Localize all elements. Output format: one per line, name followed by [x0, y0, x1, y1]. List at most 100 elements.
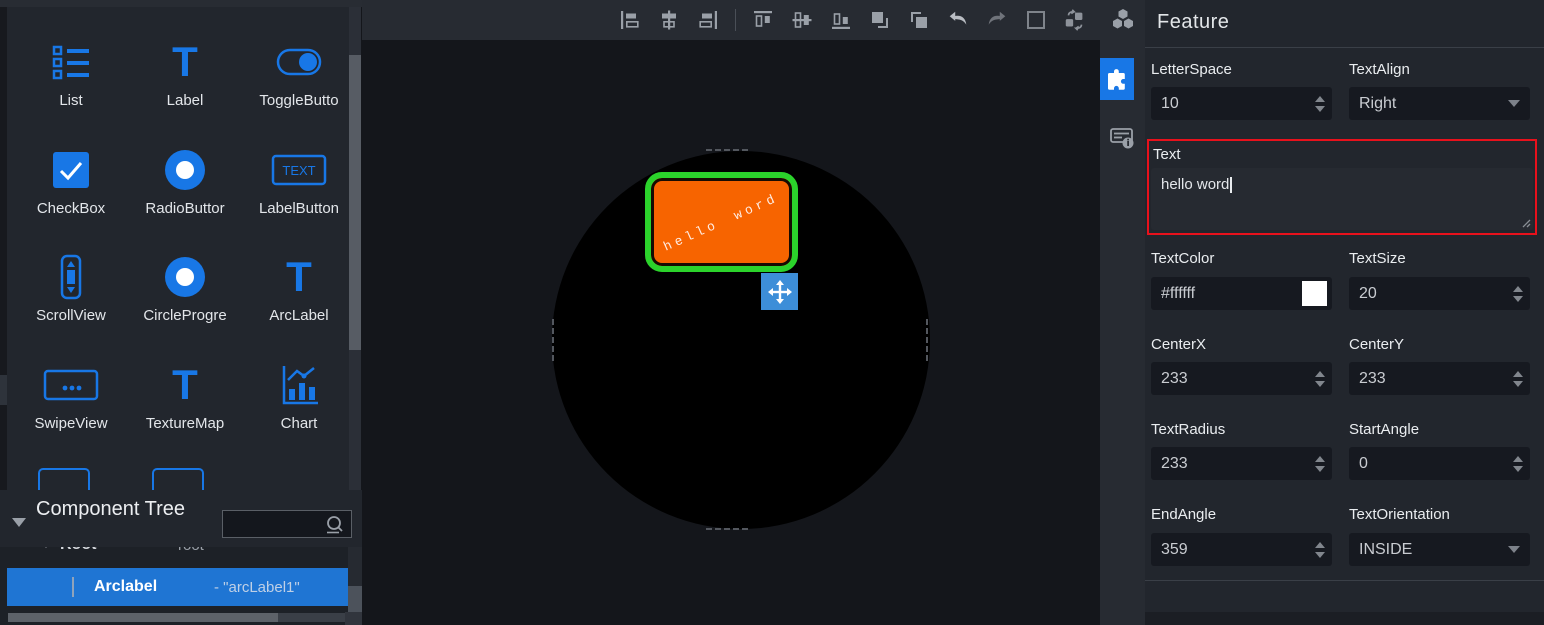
letterspace-value: 10 [1161, 95, 1179, 112]
color-swatch[interactable] [1302, 281, 1327, 306]
palette-scrollbar[interactable] [349, 7, 361, 490]
texture-mapper-icon: T [172, 362, 198, 408]
palette-item-arclabel[interactable]: T ArcLabel [242, 242, 349, 342]
textorientation-value: INSIDE [1359, 541, 1412, 558]
spinner-arrows[interactable] [1513, 371, 1523, 387]
bring-forward-icon[interactable] [868, 7, 892, 33]
event-info-icon[interactable] [1107, 122, 1137, 152]
spinner-arrows[interactable] [1315, 542, 1325, 558]
palette-item-labelbutton[interactable]: TEXT LabelButton [242, 135, 349, 235]
field-label-letterspace: LetterSpace [1151, 61, 1336, 78]
undo-icon[interactable] [946, 7, 970, 33]
letterspace-input[interactable]: 10 [1151, 87, 1332, 120]
palette-item-scrollview[interactable]: ScrollView [14, 242, 128, 342]
align-horizontal-center-icon[interactable] [657, 7, 681, 33]
resize-grip-icon[interactable] [1521, 218, 1531, 228]
collapse-caret-icon[interactable] [12, 518, 26, 527]
align-left-icon[interactable] [618, 7, 642, 33]
field-label-endangle: EndAngle [1151, 506, 1336, 523]
transform-icon[interactable] [1063, 7, 1087, 33]
toolbar-separator [735, 9, 736, 31]
text-value: hello word [1161, 176, 1229, 193]
palette-item-swipeview[interactable]: SwipeView [14, 350, 128, 450]
field-label-textsize: TextSize [1349, 250, 1534, 267]
feature-tab-active[interactable] [1100, 58, 1134, 100]
palette-item-togglebutton[interactable]: ToggleButto [242, 27, 349, 127]
field-label-text: Text [1153, 146, 1181, 163]
palette-item-checkbox[interactable]: CheckBox [14, 135, 128, 235]
palette-item-label: CircleProgre [143, 307, 226, 324]
top-strip [0, 0, 362, 7]
spinner-arrows[interactable] [1315, 371, 1325, 387]
toggle-button-icon [275, 39, 323, 85]
spinner-arrows[interactable] [1315, 456, 1325, 472]
align-vertical-center-icon[interactable] [790, 7, 814, 33]
palette-item-partial-2[interactable] [152, 468, 204, 490]
tree-horizontal-scrollbar[interactable] [8, 613, 345, 622]
text-textarea[interactable]: hello word [1151, 168, 1533, 230]
palette-item-texturemapper[interactable]: T TextureMap [128, 350, 242, 450]
textorientation-dropdown[interactable]: INSIDE [1349, 533, 1530, 566]
palette-item-chart[interactable]: Chart [242, 350, 349, 450]
tree-row-arclabel[interactable]: Arclabel - "arcLabel1" [7, 568, 348, 606]
panel-collapse-tab[interactable] [0, 375, 7, 405]
tree-horizontal-scrollbar-thumb[interactable] [8, 613, 278, 622]
palette-item-list[interactable]: List [14, 27, 128, 127]
palette-item-label: RadioButtor [145, 200, 224, 217]
divider [1145, 580, 1544, 581]
textcolor-value: #ffffff [1161, 285, 1195, 302]
tree-node-name: Arclabel [94, 578, 157, 596]
align-right-icon[interactable] [696, 7, 720, 33]
textalign-dropdown[interactable]: Right [1349, 87, 1530, 120]
field-label-textcolor: TextColor [1151, 250, 1336, 267]
arclabel-widget-selected[interactable]: hello word [645, 172, 798, 272]
spinner-arrows[interactable] [1513, 456, 1523, 472]
spinner-arrows[interactable] [1315, 96, 1325, 112]
ui-designer-window: List T Label ToggleButto CheckBox [0, 0, 1544, 625]
palette-item-label-widget[interactable]: T Label [128, 27, 242, 127]
tree-vertical-scrollbar[interactable] [348, 547, 362, 613]
scrollbar-corner [345, 612, 362, 625]
search-icon [323, 514, 345, 536]
label-icon: T [172, 39, 198, 85]
move-arrows-icon [767, 279, 793, 305]
spinner-arrows[interactable] [1513, 286, 1523, 302]
startangle-value: 0 [1359, 455, 1368, 472]
palette-item-label: SwipeView [34, 415, 107, 432]
panel-title: Feature [1157, 11, 1229, 34]
swipe-view-icon [42, 362, 100, 408]
endangle-input[interactable]: 359 [1151, 533, 1332, 566]
guide-dash-bottom [706, 528, 748, 530]
move-handle[interactable] [761, 273, 798, 310]
align-bottom-icon[interactable] [829, 7, 853, 33]
components-hexagon-icon[interactable] [1109, 6, 1137, 34]
palette-item-label: ArcLabel [269, 307, 328, 324]
centerx-value: 233 [1161, 370, 1188, 387]
textsize-input[interactable]: 20 [1349, 277, 1530, 310]
arclabel-widget-text: hello word [662, 190, 781, 254]
palette-item-radiobutton[interactable]: RadioButtor [128, 135, 242, 235]
field-label-textradius: TextRadius [1151, 421, 1336, 438]
tree-vertical-scrollbar-thumb[interactable] [348, 586, 362, 613]
alignment-toolbar [362, 0, 1100, 40]
align-top-icon[interactable] [751, 7, 775, 33]
textradius-input[interactable]: 233 [1151, 447, 1332, 480]
palette-item-partial-1[interactable] [38, 468, 90, 490]
palette-item-label: Label [167, 92, 204, 109]
tree-search-input[interactable] [222, 510, 352, 538]
palette-scrollbar-thumb[interactable] [349, 55, 361, 350]
component-palette: List T Label ToggleButto CheckBox [7, 7, 349, 490]
chevron-down-icon [1508, 546, 1520, 553]
centerx-input[interactable]: 233 [1151, 362, 1332, 395]
guide-dash-right [926, 319, 928, 361]
redo-icon[interactable] [985, 7, 1009, 33]
textcolor-input[interactable]: #ffffff [1151, 277, 1332, 310]
palette-item-circleprogress[interactable]: CircleProgre [128, 242, 242, 342]
feature-properties-panel: Feature LetterSpace TextAlign 10 Right T… [1145, 0, 1544, 625]
marquee-icon[interactable] [1024, 7, 1048, 33]
design-canvas[interactable]: hello word [362, 0, 1100, 625]
field-label-centerx: CenterX [1151, 336, 1336, 353]
centery-input[interactable]: 233 [1349, 362, 1530, 395]
send-backward-icon[interactable] [907, 7, 931, 33]
startangle-input[interactable]: 0 [1349, 447, 1530, 480]
